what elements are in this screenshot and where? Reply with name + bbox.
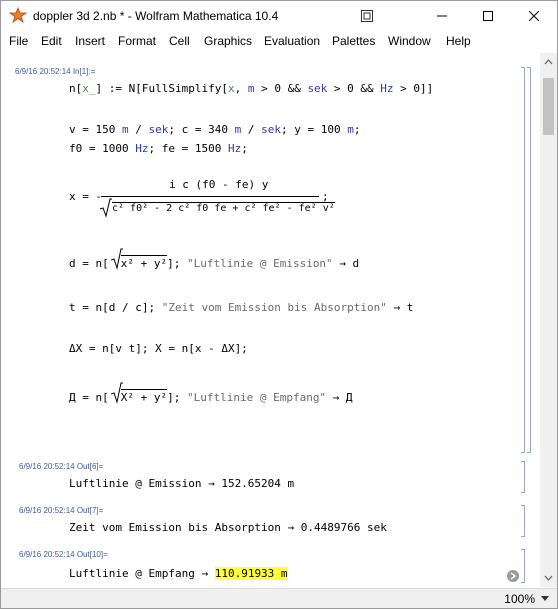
vertical-scrollbar[interactable] [540,53,557,587]
menu-insert[interactable]: Insert [75,34,105,48]
sqrt-sign-icon [111,248,123,270]
menu-window[interactable]: Window [388,34,431,48]
minimize-icon [437,15,447,17]
x-eq-numerator: i c (f0 - fe) y [169,178,269,191]
fraction-bar [101,196,319,197]
menu-format[interactable]: Format [118,34,156,48]
next-input-arrow-icon[interactable] [507,570,519,582]
close-button[interactable] [511,1,557,31]
zoom-dropdown-icon[interactable] [541,596,549,601]
menu-help[interactable]: Help [446,34,471,48]
notebook-content[interactable]: 6/9/16 20:52:14 In[1]:= n[x_] := N[FullS… [1,53,540,587]
menu-graphics[interactable]: Graphics [204,34,252,48]
title-bar: doppler 3d 2.nb * - Wolfram Mathematica … [1,1,557,31]
maximize-button[interactable] [465,1,511,31]
output-label-6: 6/9/16 20:52:14 Out[6]= [19,462,104,471]
x-eq-tail: ; [322,190,329,203]
mathematica-window: doppler 3d 2.nb * - Wolfram Mathematica … [0,0,558,609]
menu-cell[interactable]: Cell [169,34,190,48]
scroll-down-icon[interactable] [543,572,554,583]
menu-file[interactable]: File [9,34,28,48]
x-eq-lhs: x = - [69,190,103,203]
code-line-n-definition[interactable]: n[x_] := N[FullSimplify[x, m > 0 && sek … [69,82,433,95]
zoom-level[interactable]: 100% [504,592,535,606]
output-text-6[interactable]: Luftlinie @ Emission → 152.65204 m [69,477,294,490]
output-cell-bracket[interactable] [521,505,525,537]
notebook-frame-icon[interactable] [361,10,373,22]
close-icon [529,11,539,21]
sqrt-sign-icon [100,198,112,218]
scroll-up-icon[interactable] [543,57,554,68]
highlighted-result: 110.91933 m [214,567,288,580]
x-eq-denominator: c² f0² - 2 c² f0 fe + c² fe² - fe² v² [112,202,335,214]
sqrt-sign-icon [111,382,123,404]
menu-bar: File Edit Insert Format Cell Graphics Ev… [1,31,557,51]
minimize-button[interactable] [419,1,465,31]
output-cell-bracket[interactable] [521,461,525,493]
input-cell-label: 6/9/16 20:52:14 In[1]:= [15,67,96,76]
output-label-10: 6/9/16 20:52:14 Out[10]= [19,550,108,559]
output-label-7: 6/9/16 20:52:14 Out[7]= [19,506,104,515]
status-bar: 100% [1,588,557,608]
output-text-7[interactable]: Zeit vom Emission bis Absorption → 0.448… [69,521,387,534]
menu-edit[interactable]: Edit [41,34,62,48]
menu-palettes[interactable]: Palettes [332,34,375,48]
input-cell-bracket[interactable] [521,67,525,453]
code-line-t[interactable]: t = n[d / c]; "Zeit vom Emission bis Abs… [69,301,413,314]
code-line-frequencies[interactable]: f0 = 1000 Hz; fe = 1500 Hz; [69,142,248,155]
window-title: doppler 3d 2.nb * - Wolfram Mathematica … [33,9,279,23]
output-cell-bracket[interactable] [521,549,525,583]
mathematica-logo-icon [9,7,27,24]
group-cell-bracket[interactable] [527,67,531,453]
scrollbar-thumb[interactable] [543,78,554,135]
code-line-constants[interactable]: v = 150 m / sek; c = 340 m / sek; y = 10… [69,123,360,136]
maximize-icon [483,11,493,21]
menu-evaluation[interactable]: Evaluation [264,34,320,48]
code-line-delta-x[interactable]: ΔX = n[v t]; X = n[x - ΔX]; [69,342,248,355]
output-text-10[interactable]: Luftlinie @ Empfang → 110.91933 m [69,567,288,580]
